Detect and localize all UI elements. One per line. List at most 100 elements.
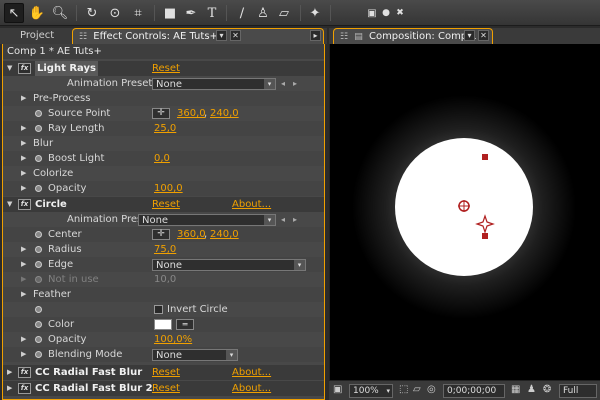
- expand-triangle-icon[interactable]: ▶: [21, 332, 26, 347]
- opacity-value[interactable]: 100,0%: [154, 332, 192, 347]
- expand-triangle-icon[interactable]: ▶: [21, 136, 26, 151]
- source-point-y-value[interactable]: 240,0: [210, 106, 239, 121]
- center-x-value[interactable]: 360,0: [177, 227, 206, 242]
- center-y-value[interactable]: 240,0: [210, 227, 239, 242]
- stopwatch-icon[interactable]: [35, 125, 42, 132]
- pan-behind-tool-icon[interactable]: ⌗: [128, 3, 148, 23]
- about-link[interactable]: About...: [232, 381, 271, 396]
- expand-triangle-icon[interactable]: ▶: [21, 151, 26, 166]
- stopwatch-icon[interactable]: [35, 155, 42, 162]
- expand-triangle-icon[interactable]: ▶: [21, 121, 26, 136]
- expand-triangle-icon[interactable]: ▶: [21, 242, 26, 257]
- effect-row-cc-radial-fast-blur-2[interactable]: ▶ fx CC Radial Fast Blur 2 Reset About..…: [3, 381, 324, 396]
- about-link[interactable]: About...: [232, 197, 271, 212]
- stopwatch-icon[interactable]: [35, 246, 42, 253]
- prev-preset-icon[interactable]: ◂: [281, 76, 285, 91]
- group-row-colorize[interactable]: ▶ Colorize: [3, 166, 324, 181]
- panel-menu-icon[interactable]: ▸: [310, 30, 321, 41]
- mask-visibility-icon[interactable]: ▱: [413, 384, 421, 395]
- layer-handle[interactable]: [482, 233, 488, 239]
- point-crosshair-button[interactable]: ✛: [152, 108, 170, 119]
- puppet-pin-tool-icon[interactable]: ✦: [305, 3, 325, 23]
- tab-effect-controls[interactable]: ☷ Effect Controls: AE Tuts+: [72, 28, 324, 44]
- expand-triangle-icon[interactable]: ▶: [7, 365, 12, 380]
- next-preset-icon[interactable]: ▸: [293, 212, 297, 227]
- brush-tool-icon[interactable]: ∕: [232, 3, 252, 23]
- effect-row-light-rays[interactable]: ▼ fx Light Rays Reset: [3, 61, 324, 76]
- hand-tool-icon[interactable]: ✋: [27, 3, 47, 23]
- stopwatch-icon[interactable]: [35, 231, 42, 238]
- selection-tool-icon[interactable]: ↖: [4, 3, 24, 23]
- source-point-x-value[interactable]: 360,0: [177, 106, 206, 121]
- grid-guide-icon[interactable]: ⬚: [399, 384, 408, 395]
- group-row-pre-process[interactable]: ▶ Pre-Process: [3, 91, 324, 106]
- point-crosshair-button[interactable]: ✛: [152, 229, 170, 240]
- stopwatch-icon[interactable]: [35, 351, 42, 358]
- reset-link[interactable]: Reset: [152, 381, 180, 396]
- orbit-camera-tool-icon[interactable]: ⊙: [105, 3, 125, 23]
- composition-viewer[interactable]: [329, 44, 600, 380]
- stopwatch-icon[interactable]: [35, 110, 42, 117]
- opacity-value[interactable]: 100,0: [154, 181, 183, 196]
- color-swatch[interactable]: [154, 319, 172, 330]
- expand-triangle-icon[interactable]: ▶: [21, 347, 26, 362]
- group-row-blur[interactable]: ▶ Blur: [3, 136, 324, 151]
- fx-toggle-icon[interactable]: fx: [18, 63, 31, 74]
- expand-triangle-icon[interactable]: ▶: [21, 166, 26, 181]
- stopwatch-icon[interactable]: [35, 336, 42, 343]
- animation-presets-dropdown[interactable]: None ▾: [152, 78, 276, 90]
- expand-triangle-icon[interactable]: ▼: [7, 197, 12, 212]
- eraser-tool-icon[interactable]: ▱: [274, 3, 294, 23]
- reset-link[interactable]: Reset: [152, 61, 180, 76]
- current-time-display[interactable]: 0;00;00;00: [443, 384, 505, 398]
- comp-dropdown-button[interactable]: ▾: [464, 30, 475, 41]
- close-tab-icon[interactable]: ✕: [478, 30, 489, 41]
- effect-row-circle[interactable]: ▼ fx Circle Reset About...: [3, 197, 324, 212]
- boost-light-value[interactable]: 0,0: [154, 151, 170, 166]
- group-row-feather[interactable]: ▶ Feather: [3, 287, 324, 302]
- rotation-tool-icon[interactable]: ↻: [82, 3, 102, 23]
- prev-preset-icon[interactable]: ◂: [281, 212, 285, 227]
- next-preset-icon[interactable]: ▸: [293, 76, 297, 91]
- zoom-dropdown[interactable]: 100% ▾: [349, 384, 393, 398]
- expand-triangle-icon[interactable]: ▶: [21, 91, 26, 106]
- ray-length-value[interactable]: 25,0: [154, 121, 176, 136]
- resolution-dropdown[interactable]: Full: [559, 384, 597, 398]
- fx-toggle-icon[interactable]: fx: [18, 199, 31, 210]
- tab-project[interactable]: Project: [2, 28, 72, 44]
- about-link[interactable]: About...: [232, 365, 271, 380]
- animation-presets-dropdown[interactable]: None ▾: [138, 214, 276, 226]
- effect-row-cc-radial-fast-blur[interactable]: ▶ fx CC Radial Fast Blur Reset About...: [3, 365, 324, 380]
- layer-dropdown-button[interactable]: ▾: [216, 30, 227, 41]
- close-tab-icon[interactable]: ✕: [230, 30, 241, 41]
- rectangle-tool-icon[interactable]: ■: [160, 3, 180, 23]
- color-channel-icon[interactable]: ❂: [543, 384, 551, 395]
- expand-triangle-icon[interactable]: ▶: [21, 181, 26, 196]
- expand-triangle-icon[interactable]: ▶: [21, 287, 26, 302]
- radius-value[interactable]: 75,0: [154, 242, 176, 257]
- camera-snapshot-icon[interactable]: ▦: [511, 384, 520, 395]
- expand-triangle-icon[interactable]: ▶: [21, 257, 26, 272]
- expand-triangle-icon[interactable]: ▼: [7, 61, 12, 76]
- type-tool-icon[interactable]: T: [202, 3, 222, 23]
- eyedropper-icon[interactable]: ═: [176, 319, 194, 330]
- invert-circle-checkbox[interactable]: [154, 305, 163, 314]
- expand-triangle-icon[interactable]: ▶: [7, 381, 12, 396]
- pen-tool-icon[interactable]: ✒: [181, 3, 201, 23]
- blending-mode-dropdown[interactable]: None ▾: [152, 349, 238, 361]
- always-preview-icon[interactable]: ▣: [333, 384, 342, 395]
- layer-handle[interactable]: [482, 154, 488, 160]
- stopwatch-icon[interactable]: [35, 306, 42, 313]
- reset-link[interactable]: Reset: [152, 365, 180, 380]
- view-axis-icon[interactable]: ✖: [390, 3, 410, 23]
- clone-stamp-tool-icon[interactable]: ♙: [253, 3, 273, 23]
- composition-canvas[interactable]: [330, 44, 600, 380]
- fx-toggle-icon[interactable]: fx: [18, 367, 31, 378]
- zoom-tool-icon[interactable]: 🔍︎: [50, 3, 70, 23]
- stopwatch-icon[interactable]: [35, 185, 42, 192]
- show-snapshot-icon[interactable]: ♟: [527, 384, 536, 395]
- reset-link[interactable]: Reset: [152, 197, 180, 212]
- snapshot-icon[interactable]: ◎: [427, 384, 436, 395]
- edge-dropdown[interactable]: None ▾: [152, 259, 306, 271]
- fx-toggle-icon[interactable]: fx: [18, 383, 31, 394]
